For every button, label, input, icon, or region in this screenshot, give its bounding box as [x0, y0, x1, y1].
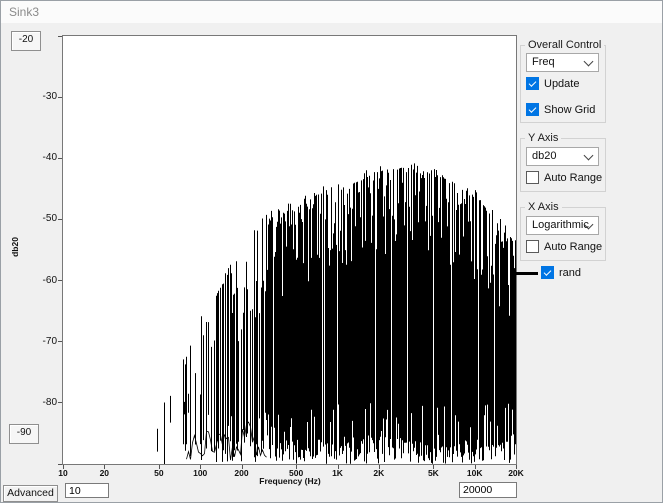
x-tick-label: 5K [418, 468, 448, 478]
y-tick-label: -80 [23, 397, 57, 408]
show-grid-checkbox-row[interactable]: Show Grid [526, 103, 598, 117]
x-auto-range-checkbox-row[interactable]: Auto Range [526, 240, 602, 254]
x-tick-label: 100 [185, 468, 215, 478]
y-tick-label: -30 [23, 91, 57, 102]
y-min-limit-box[interactable]: -90 [9, 424, 39, 444]
overall-control-dropdown[interactable]: Freq [526, 53, 599, 72]
x-tick-label: 10 [48, 468, 78, 478]
x-auto-range-checkbox-label: Auto Range [544, 240, 602, 254]
legend-rand-label: rand [559, 266, 581, 280]
y-axis-dropdown[interactable]: db20 [526, 147, 599, 166]
x-axis-dropdown[interactable]: Logarithmic [526, 216, 599, 235]
sink3-window: Sink3 -20 -90 db20 -30 -40 -50 -60 -70 -80 10 2… [0, 0, 663, 503]
update-checkbox-row[interactable]: Update [526, 77, 598, 91]
y-axis-group: Y Axis db20 Auto Range [520, 138, 606, 192]
y-axis-group-label: Y Axis [525, 132, 561, 144]
y-auto-range-checkbox[interactable] [526, 171, 539, 184]
y-tick-label: -70 [23, 336, 57, 347]
x-auto-range-checkbox[interactable] [526, 240, 539, 253]
show-grid-checkbox-label: Show Grid [544, 103, 595, 117]
x-tick-label: 50 [144, 468, 174, 478]
update-checkbox-label: Update [544, 77, 579, 91]
chevron-down-icon [584, 57, 594, 67]
x-axis-group: X Axis Logarithmic Auto Range [520, 207, 606, 261]
plot-area[interactable] [62, 35, 517, 465]
x-tickmark [104, 465, 105, 469]
x-tickmark [475, 465, 476, 469]
x-tick-label: 10K [460, 468, 490, 478]
x-min-input[interactable] [65, 483, 109, 498]
x-max-input[interactable] [459, 482, 517, 498]
update-checkbox[interactable] [526, 77, 539, 90]
y-tick-label: -60 [23, 275, 57, 286]
legend-rand-checkbox[interactable] [541, 266, 554, 279]
x-tickmark [379, 465, 380, 469]
x-tickmark [516, 465, 517, 469]
y-tick-label: -50 [23, 213, 57, 224]
x-tick-label: 20 [89, 468, 119, 478]
chevron-down-icon [584, 151, 594, 161]
x-tickmark [433, 465, 434, 469]
x-tickmark [159, 465, 160, 469]
y-auto-range-checkbox-label: Auto Range [544, 171, 602, 185]
y-max-limit-box[interactable]: -20 [11, 31, 41, 51]
y-axis-title: db20 [10, 227, 20, 267]
x-axis-dropdown-value: Logarithmic [532, 219, 589, 231]
y-auto-range-checkbox-row[interactable]: Auto Range [526, 171, 602, 185]
advanced-button[interactable]: Advanced [3, 485, 58, 502]
x-tick-label: 2K [364, 468, 394, 478]
x-tickmark [63, 465, 64, 469]
y-axis-dropdown-value: db20 [532, 150, 556, 162]
spectrum-plot [63, 36, 516, 464]
y-tick-label: -40 [23, 152, 57, 163]
window-title: Sink3 [1, 1, 662, 23]
x-axis-group-label: X Axis [525, 201, 562, 213]
x-tickmark [242, 465, 243, 469]
x-tick-label: 20K [501, 468, 531, 478]
overall-control-group: Overall Control Freq Update Show Grid [520, 45, 606, 123]
legend-line [514, 272, 538, 275]
x-tickmark [200, 465, 201, 469]
x-tickmark [296, 465, 297, 469]
show-grid-checkbox[interactable] [526, 103, 539, 116]
legend-row: rand [514, 265, 624, 281]
x-axis-title: Frequency (Hz) [239, 476, 341, 486]
overall-control-group-label: Overall Control [525, 39, 604, 51]
x-tickmark [338, 465, 339, 469]
overall-control-dropdown-value: Freq [532, 56, 555, 68]
